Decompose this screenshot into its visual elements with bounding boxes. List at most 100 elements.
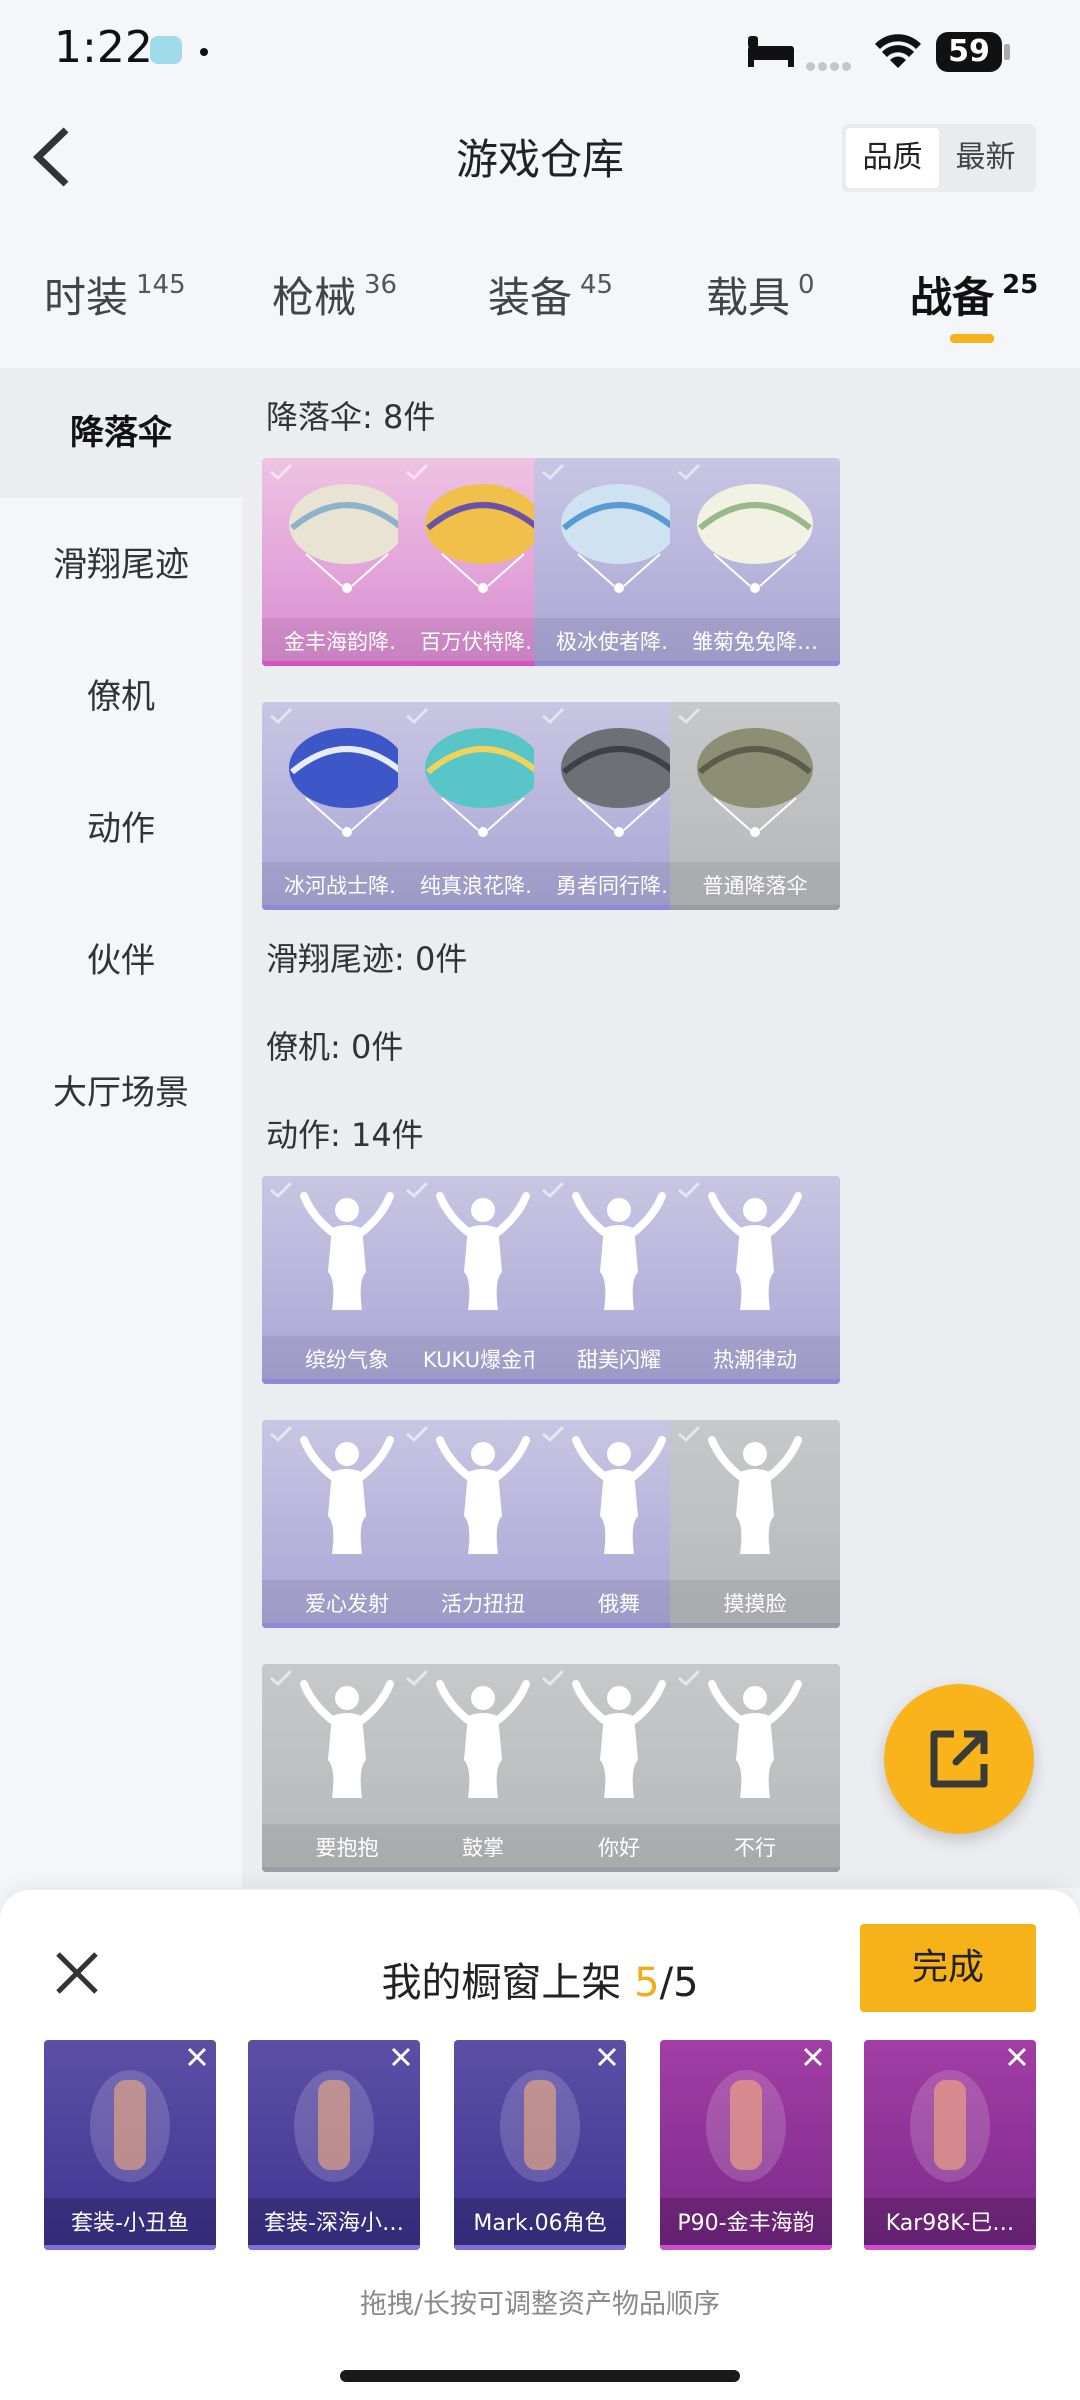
check-icon bbox=[406, 463, 429, 481]
check-icon bbox=[270, 1669, 293, 1687]
showcase-item[interactable]: 套装-深海小… bbox=[248, 2040, 420, 2250]
sidebar-item-glide-trail[interactable]: 滑翔尾迹 bbox=[0, 500, 242, 630]
check-icon bbox=[678, 1669, 701, 1687]
header: 游戏仓库 品质 最新 bbox=[0, 100, 1080, 220]
tab-vehicles[interactable]: 载具 0 bbox=[706, 264, 815, 325]
check-icon bbox=[270, 707, 293, 725]
status-time: 1:22 bbox=[54, 22, 153, 73]
check-icon bbox=[678, 1181, 701, 1199]
tab-count: 25 bbox=[1002, 270, 1039, 300]
battery-icon: 59 bbox=[936, 32, 1002, 72]
rarity-bar bbox=[670, 905, 840, 910]
sidebar-item-lobby-scene[interactable]: 大厅场景 bbox=[0, 1028, 242, 1158]
rarity-bar bbox=[670, 661, 840, 666]
item-card-label: 摸摸脸 bbox=[670, 1580, 840, 1628]
section-title-emote: 动作: 14件 bbox=[266, 1116, 424, 1154]
check-icon bbox=[406, 1669, 429, 1687]
check-icon bbox=[270, 1181, 293, 1199]
sidebar-item-emote[interactable]: 动作 bbox=[0, 764, 242, 894]
check-icon bbox=[542, 707, 565, 725]
section-title-parachute: 降落伞: 8件 bbox=[266, 398, 436, 436]
check-icon bbox=[542, 463, 565, 481]
done-button[interactable]: 完成 bbox=[860, 1924, 1036, 2012]
panel-title-text: 我的橱窗上架 bbox=[381, 1960, 622, 2006]
showcase-item-label: P90-金丰海韵 bbox=[660, 2198, 832, 2250]
tab-count: 36 bbox=[364, 270, 398, 300]
check-icon bbox=[678, 707, 701, 725]
tab-supplies[interactable]: 战备 25 bbox=[910, 264, 1038, 325]
check-icon bbox=[678, 1425, 701, 1443]
item-card[interactable]: 普通降落伞 bbox=[670, 702, 840, 910]
sleep-mode-icon bbox=[748, 36, 794, 67]
sidebar-item-companion[interactable]: 伙伴 bbox=[0, 896, 242, 1026]
showcase-item-label: 套装-深海小… bbox=[248, 2198, 420, 2250]
item-card[interactable]: 不行 bbox=[670, 1664, 840, 1872]
rarity-bar bbox=[864, 2245, 1036, 2250]
battery-cap bbox=[1004, 44, 1010, 60]
tab-weapons[interactable]: 枪械 36 bbox=[272, 264, 397, 325]
check-icon bbox=[406, 1425, 429, 1443]
rarity-bar bbox=[454, 2245, 626, 2250]
item-card-label: 不行 bbox=[670, 1824, 840, 1872]
showcase-item[interactable]: Kar98K-巳… bbox=[864, 2040, 1036, 2250]
status-bar: 1:22 59 bbox=[0, 0, 1080, 100]
check-icon bbox=[542, 1669, 565, 1687]
reorder-hint: 拖拽/长按可调整资产物品顺序 bbox=[359, 2289, 721, 2320]
tab-count: 145 bbox=[136, 270, 186, 300]
home-indicator bbox=[340, 2370, 740, 2382]
share-fab[interactable] bbox=[884, 1684, 1034, 1834]
check-icon bbox=[406, 1181, 429, 1199]
showcase-item-label: Kar98K-巳… bbox=[864, 2198, 1036, 2250]
category-tabs: 时装 145 枪械 36 装备 45 载具 0 战备 25 bbox=[0, 250, 1080, 350]
item-card[interactable]: 热潮律动 bbox=[670, 1176, 840, 1384]
item-card-label: 雏菊兔兔降… bbox=[670, 618, 840, 666]
item-card[interactable]: 雏菊兔兔降… bbox=[670, 458, 840, 666]
active-tab-indicator bbox=[950, 334, 994, 343]
sort-toggle: 品质 最新 bbox=[842, 124, 1036, 192]
rarity-bar bbox=[670, 1623, 840, 1628]
sort-newest-option[interactable]: 最新 bbox=[939, 128, 1032, 188]
external-link-icon bbox=[930, 1730, 988, 1788]
tab-count: 0 bbox=[798, 270, 815, 300]
showcase-item-label: Mark.06角色 bbox=[454, 2198, 626, 2250]
rarity-bar bbox=[660, 2245, 832, 2250]
remove-item-icon[interactable] bbox=[1004, 2044, 1030, 2070]
section-title-wingman: 僚机: 0件 bbox=[266, 1028, 404, 1066]
remove-item-icon[interactable] bbox=[800, 2044, 826, 2070]
showcase-item[interactable]: P90-金丰海韵 bbox=[660, 2040, 832, 2250]
rarity-bar bbox=[248, 2245, 420, 2250]
showcase-count: 5 bbox=[634, 1960, 660, 2006]
rarity-bar bbox=[670, 1379, 840, 1384]
tab-count: 45 bbox=[580, 270, 614, 300]
check-icon bbox=[270, 463, 293, 481]
showcase-item-label: 套装-小丑鱼 bbox=[44, 2198, 216, 2250]
remove-item-icon[interactable] bbox=[594, 2044, 620, 2070]
sidebar-item-wingman[interactable]: 僚机 bbox=[0, 632, 242, 762]
showcase-panel: 我的橱窗上架 5/5 完成 套装-小丑鱼 套装-深海小… Mark.06角色 P90-… bbox=[0, 1890, 1080, 2400]
sort-quality-option[interactable]: 品质 bbox=[846, 128, 939, 188]
remove-item-icon[interactable] bbox=[388, 2044, 414, 2070]
tab-label: 时装 bbox=[44, 273, 129, 322]
showcase-item[interactable]: 套装-小丑鱼 bbox=[44, 2040, 216, 2250]
notification-dot-icon bbox=[200, 48, 208, 56]
tab-label: 战备 bbox=[910, 273, 995, 322]
showcase-item[interactable]: Mark.06角色 bbox=[454, 2040, 626, 2250]
tab-fashion[interactable]: 时装 145 bbox=[44, 264, 186, 325]
signal-icon bbox=[806, 56, 854, 75]
showcase-total: /5 bbox=[659, 1960, 699, 2006]
rarity-bar bbox=[670, 1867, 840, 1872]
item-card[interactable]: 摸摸脸 bbox=[670, 1420, 840, 1628]
tab-equipment[interactable]: 装备 45 bbox=[488, 264, 613, 325]
sidebar-item-parachute[interactable]: 降落伞 bbox=[0, 368, 242, 498]
item-card-label: 热潮律动 bbox=[670, 1336, 840, 1384]
check-icon bbox=[406, 707, 429, 725]
item-grid: 降落伞: 8件 金丰海韵降… 百万伏特降… 极冰使者降… 雏菊兔兔降… 冰河战士降… 纯真… bbox=[242, 368, 1080, 1888]
section-title-glide-trail: 滑翔尾迹: 0件 bbox=[266, 940, 468, 978]
rarity-bar bbox=[44, 2245, 216, 2250]
tab-label: 装备 bbox=[488, 273, 573, 322]
check-icon bbox=[270, 1425, 293, 1443]
check-icon bbox=[678, 463, 701, 481]
tab-label: 枪械 bbox=[272, 273, 357, 322]
remove-item-icon[interactable] bbox=[184, 2044, 210, 2070]
check-icon bbox=[542, 1181, 565, 1199]
